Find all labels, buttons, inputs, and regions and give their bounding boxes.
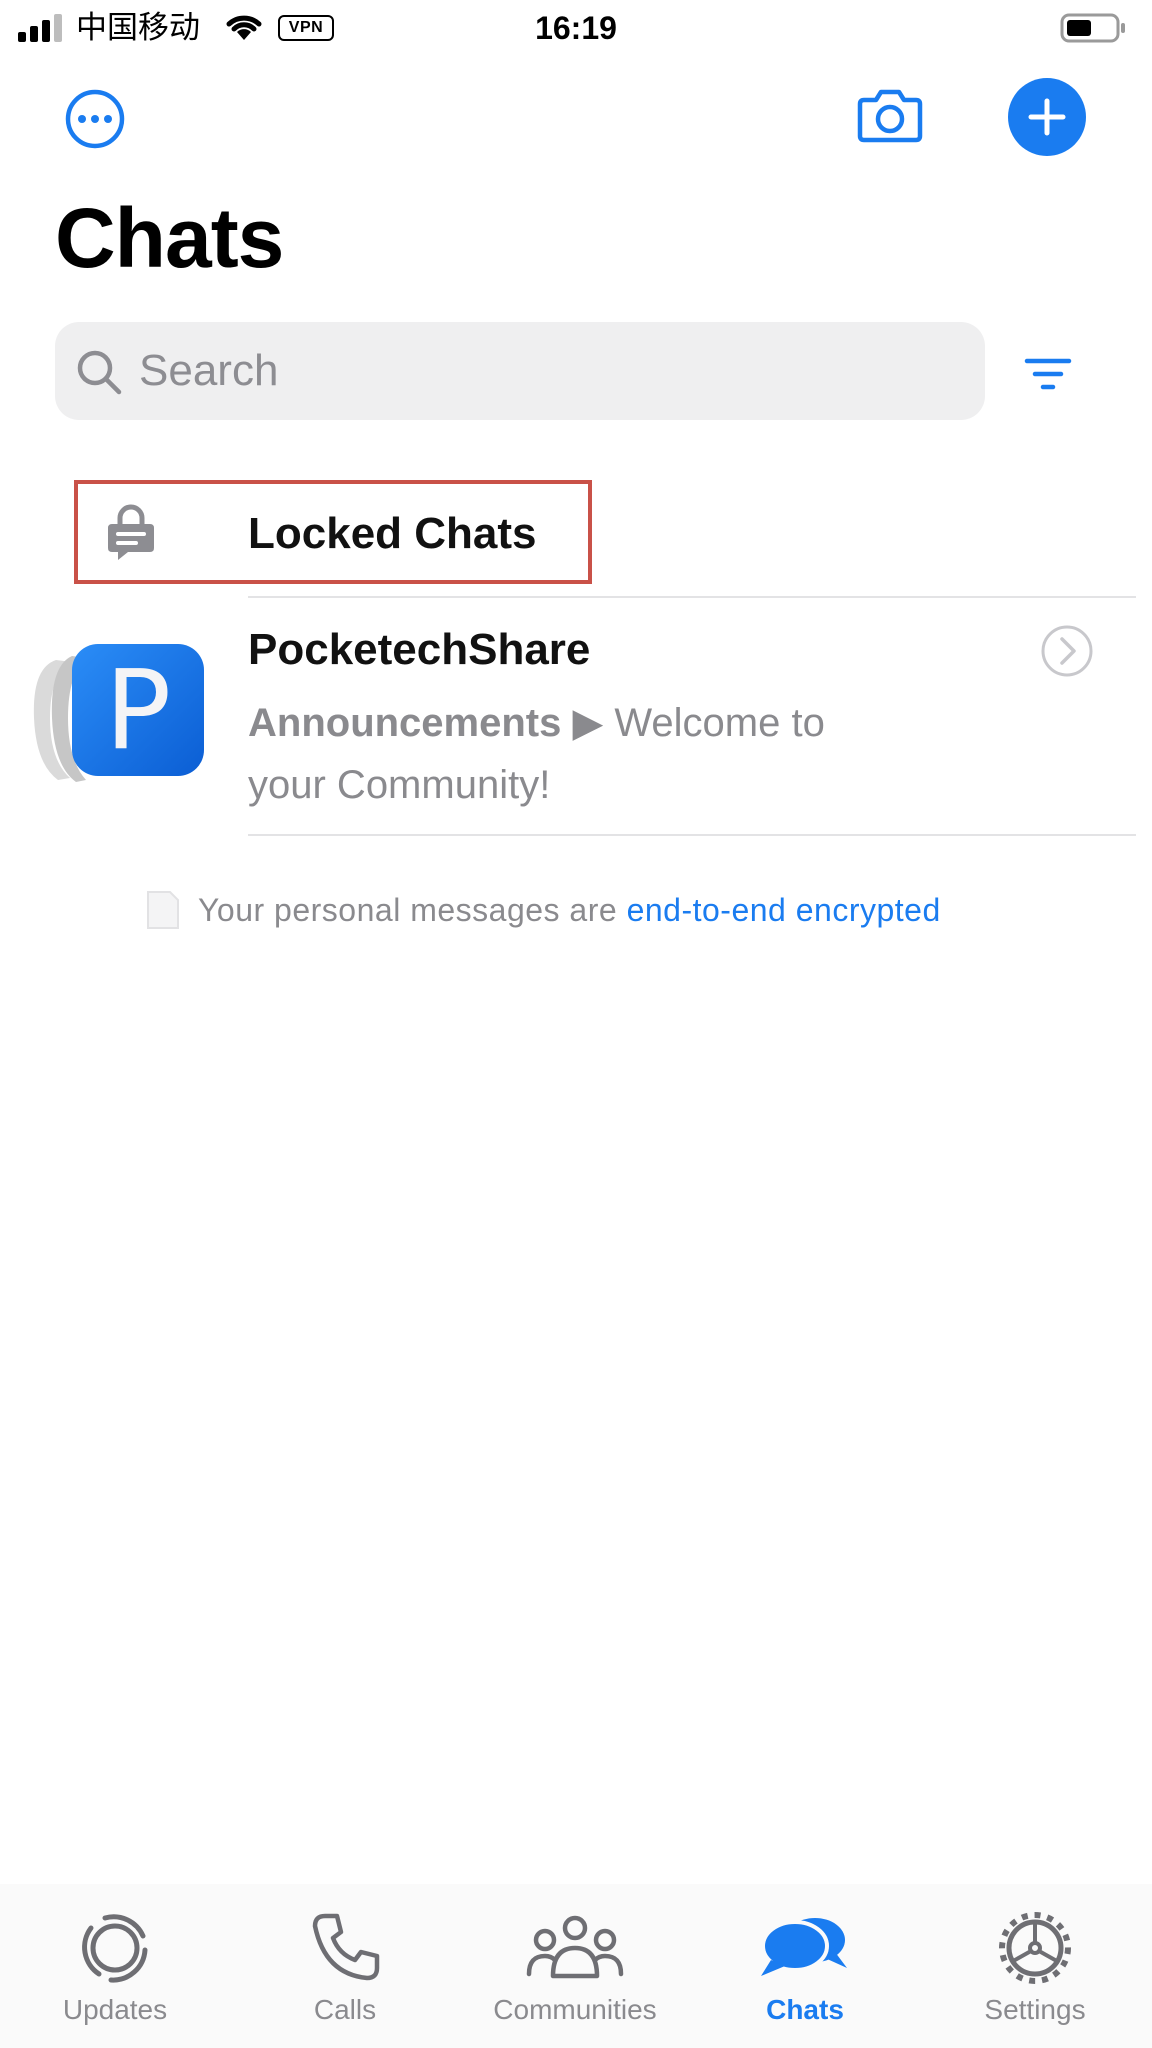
communities-icon: [526, 1915, 624, 1979]
encryption-notice: Your personal messages are end-to-end en…: [146, 884, 1046, 936]
status-bar: 中国移动 VPN 16:19: [0, 0, 1152, 56]
locked-chats-row[interactable]: Locked Chats: [74, 480, 592, 584]
divider: [248, 596, 1136, 598]
avatar: P: [72, 644, 204, 776]
chat-preview: Announcements ▶ Welcome to your Communit…: [248, 692, 898, 816]
new-chat-button[interactable]: [1008, 78, 1086, 156]
search-input[interactable]: [139, 322, 959, 420]
tab-communities[interactable]: Communities: [460, 1884, 690, 2048]
updates-icon: [82, 1914, 148, 1983]
tab-settings[interactable]: Settings: [920, 1884, 1150, 2048]
locked-chats-label: Locked Chats: [248, 509, 537, 558]
page-title: Chats: [55, 191, 284, 285]
ellipsis-circle-icon[interactable]: [64, 88, 126, 150]
chat-name: PocketechShare: [248, 625, 591, 674]
gear-icon: [999, 1912, 1071, 1984]
encryption-link[interactable]: end-to-end encrypted: [627, 892, 941, 928]
tab-updates[interactable]: Updates: [0, 1884, 230, 2048]
tab-label: Communities: [493, 1994, 657, 2025]
chevron-right-icon[interactable]: [1040, 624, 1094, 678]
plus-icon: [1028, 98, 1066, 136]
document-icon: [147, 891, 179, 929]
encryption-text: Your personal messages are end-to-end en…: [198, 884, 941, 936]
chat-group-name: Announcements: [248, 701, 562, 745]
lock-chat-icon: [108, 504, 154, 560]
chat-row[interactable]: P PocketechShare Announcements ▶ Welcome…: [0, 600, 1152, 836]
wifi-icon: [226, 15, 262, 40]
phone-icon: [312, 1913, 380, 1981]
signal-icon: [18, 14, 62, 42]
battery-icon: [1060, 13, 1125, 43]
tab-chats[interactable]: Chats: [690, 1884, 920, 2048]
avatar-letter: P: [104, 646, 172, 774]
chats-icon: [761, 1918, 847, 1976]
tab-label: Calls: [313, 1994, 377, 2025]
tab-label: Updates: [62, 1994, 168, 2025]
camera-icon[interactable]: [856, 84, 924, 146]
carrier-name: 中国移动: [76, 10, 200, 46]
community-avatar: P: [28, 644, 208, 794]
play-icon: ▶: [572, 701, 604, 745]
divider: [248, 834, 1136, 836]
clock: 16:19: [535, 10, 617, 46]
tab-calls[interactable]: Calls: [230, 1884, 460, 2048]
tab-bar: Updates Calls Communities Chats Settings: [0, 1884, 1152, 2048]
tab-label: Settings: [984, 1994, 1086, 2025]
search-bar[interactable]: [55, 322, 985, 420]
encryption-message: Your personal messages are: [198, 892, 627, 928]
tab-label: Chats: [766, 1994, 844, 2025]
filter-icon[interactable]: [1024, 356, 1072, 392]
vpn-badge: VPN: [278, 15, 334, 41]
search-icon: [77, 350, 122, 395]
